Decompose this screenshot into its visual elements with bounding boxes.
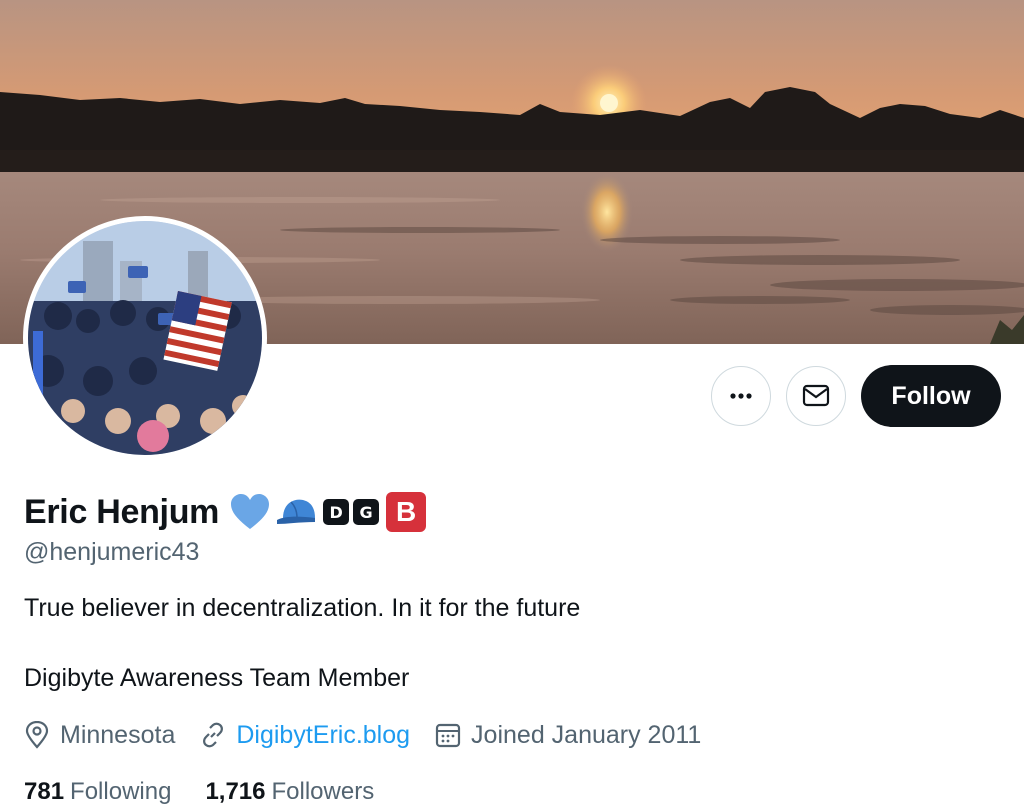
follow-button[interactable]: Follow: [861, 365, 1001, 427]
joined-text: Joined January 2011: [471, 720, 702, 749]
profile-page: Follow Eric Henjum D G B @henjumeric43 T…: [0, 0, 1024, 810]
display-name: Eric Henjum: [24, 492, 220, 531]
profile-handle: @henjumeric43: [24, 538, 200, 566]
following-label: Following: [70, 778, 172, 805]
location-item: Minnesota: [24, 721, 175, 750]
profile-meta: Minnesota DigibytEric.blog Joined Januar…: [24, 718, 726, 752]
joined-item: Joined January 2011: [435, 721, 701, 750]
followers-label: Followers: [271, 778, 375, 805]
profile-stats: 781 Following 1,716 Followers: [24, 778, 408, 806]
profile-name-row: Eric Henjum D G B: [24, 490, 427, 534]
bio-line: Digibyte Awareness Team Member: [24, 664, 410, 692]
profile-actions: Follow: [711, 365, 1001, 427]
envelope-icon: [802, 384, 830, 407]
following-count: 781: [24, 778, 65, 805]
message-button[interactable]: [786, 366, 846, 426]
more-options-button[interactable]: [711, 366, 771, 426]
more-horizontal-icon: [730, 393, 752, 399]
link-icon: [203, 722, 224, 748]
bio-line: True believer in decentralization. In it…: [24, 594, 581, 622]
badge-letter-b: B: [386, 492, 427, 532]
badge-letter-g: G: [353, 499, 380, 525]
calendar-icon: [435, 723, 461, 748]
website-link[interactable]: DigibytEric.blog: [236, 721, 410, 750]
location-text: Minnesota: [60, 720, 176, 749]
profile-avatar[interactable]: [23, 216, 267, 460]
followers-count: 1,716: [205, 778, 266, 805]
blue-heart-icon: [229, 493, 271, 531]
following-link[interactable]: 781 Following: [24, 778, 171, 806]
location-pin-icon: [25, 721, 49, 749]
website-item[interactable]: DigibytEric.blog: [200, 721, 410, 750]
blue-cap-icon: [275, 494, 319, 530]
badge-letter-d: D: [323, 499, 350, 525]
followers-link[interactable]: 1,716 Followers: [205, 778, 374, 806]
